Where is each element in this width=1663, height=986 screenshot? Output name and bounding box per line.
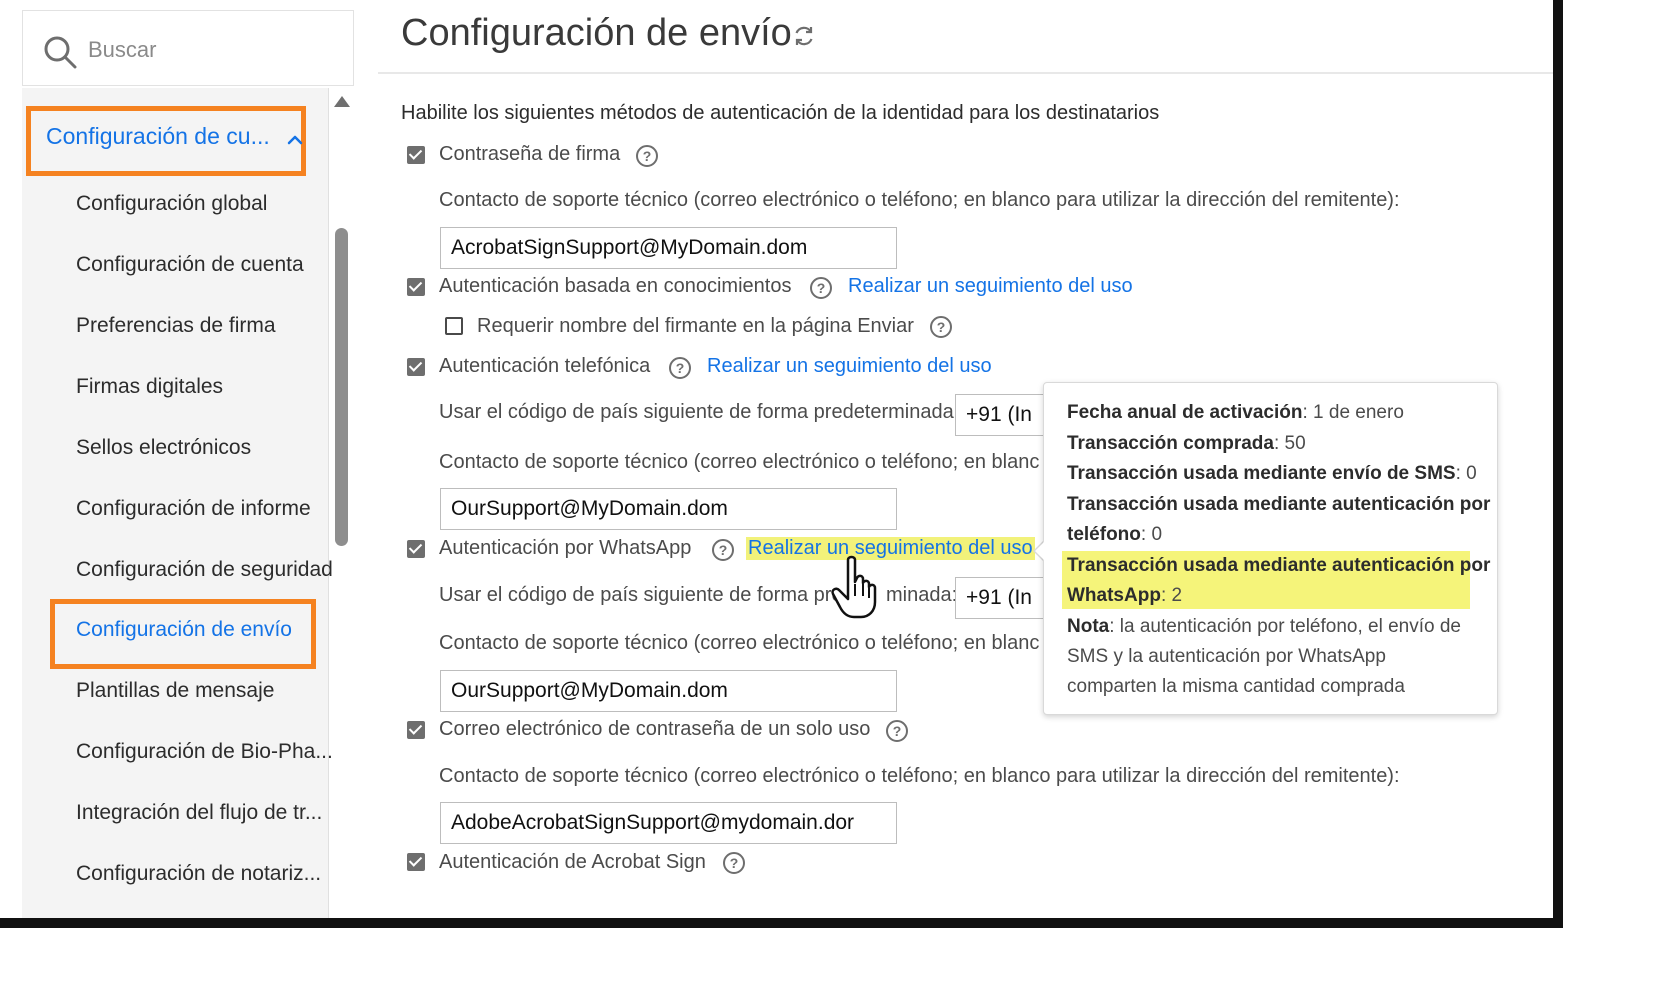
sidebar-section-account-settings[interactable]: Configuración de cu... [26, 106, 306, 176]
sidebar-item-account-settings[interactable]: Configuración de cuenta [76, 253, 304, 277]
sidebar-item-bio-pharma-settings[interactable]: Configuración de Bio-Pha... [76, 740, 333, 764]
kba-label: Autenticación basada en conocimientos [439, 275, 792, 297]
tooltip-whatsapp-line-2: WhatsApp: 2 [1067, 585, 1183, 606]
tooltip-note-line-3: comparten la misma cantidad comprada [1067, 676, 1405, 697]
tooltip-sms: Transacción usada mediante envío de SMS:… [1067, 463, 1477, 484]
tooltip-purchased: Transacción comprada: 50 [1067, 433, 1306, 454]
tooltip-arrow-inner [1035, 541, 1045, 561]
whatsapp-country-label: Usar el código de país siguiente de form… [439, 584, 843, 606]
title-divider [378, 72, 1553, 74]
sidebar-item-digital-signatures[interactable]: Firmas digitales [76, 375, 223, 399]
intro-text: Habilite los siguientes métodos de auten… [401, 102, 1160, 124]
tooltip-note-line-1: Nota: la autenticación por teléfono, el … [1067, 616, 1461, 637]
sidebar-item-global-settings[interactable]: Configuración global [76, 192, 267, 216]
require-signer-name-checkbox[interactable] [445, 317, 463, 335]
whatsapp-country-label-tail: minada: [886, 584, 958, 606]
help-icon[interactable]: ? [669, 357, 691, 379]
password-support-field[interactable]: AcrobatSignSupport@MyDomain.dom [440, 227, 897, 269]
sidebar-item-electronic-seals[interactable]: Sellos electrónicos [76, 436, 251, 460]
phone-country-select[interactable]: +91 (In [955, 394, 1055, 436]
whatsapp-auth-label: Autenticación por WhatsApp [439, 537, 692, 559]
sidebar-item-notarization-settings[interactable]: Configuración de notariz... [76, 862, 321, 886]
sidebar-item-workflow-integration[interactable]: Integración del flujo de tr... [76, 801, 322, 825]
whatsapp-track-usage-link[interactable]: Realizar un seguimiento del uso [746, 537, 1035, 560]
sidebar-item-signature-preferences[interactable]: Preferencias de firma [76, 314, 276, 338]
frame-shadow-right [1553, 0, 1563, 928]
otp-email-checkbox[interactable] [407, 721, 425, 739]
sidebar-item-message-templates[interactable]: Plantillas de mensaje [76, 679, 274, 703]
refresh-icon[interactable] [792, 24, 816, 48]
password-checkbox[interactable] [407, 146, 425, 164]
phone-support-label: Contacto de soporte técnico (correo elec… [439, 451, 1040, 473]
help-icon[interactable]: ? [930, 316, 952, 338]
acrobat-sign-auth-label: Autenticación de Acrobat Sign [439, 851, 706, 873]
page-title: Configuración de envío [401, 12, 792, 54]
phone-auth-label: Autenticación telefónica [439, 355, 651, 377]
tooltip-phone-line-1: Transacción usada mediante autenticación… [1067, 494, 1491, 515]
whatsapp-support-label: Contacto de soporte técnico (correo elec… [439, 632, 1040, 654]
tooltip-activation: Fecha anual de activación: 1 de enero [1067, 402, 1404, 423]
sidebar-scrollbar-thumb[interactable] [335, 228, 348, 546]
whatsapp-auth-checkbox[interactable] [407, 540, 425, 558]
frame-shadow-bottom [0, 918, 1563, 928]
usage-tooltip: Fecha anual de activación: 1 de enero Tr… [1043, 382, 1498, 715]
sidebar-item-security-settings[interactable]: Configuración de seguridad [76, 558, 333, 582]
tooltip-note-line-2: SMS y la autenticación por WhatsApp [1067, 646, 1386, 667]
password-label: Contraseña de firma [439, 143, 621, 165]
help-icon[interactable]: ? [712, 539, 734, 561]
scroll-up-icon[interactable] [334, 96, 350, 107]
tooltip-whatsapp-line-1: Transacción usada mediante autenticación… [1067, 555, 1491, 576]
help-icon[interactable]: ? [636, 145, 658, 167]
hand-cursor-icon [831, 555, 877, 619]
otp-support-field[interactable]: AdobeAcrobatSignSupport@mydomain.dor [440, 802, 897, 844]
otp-support-label: Contacto de soporte técnico (correo elec… [439, 765, 1400, 787]
otp-email-label: Correo electrónico de contraseña de un s… [439, 718, 871, 740]
sidebar-item-report-settings[interactable]: Configuración de informe [76, 497, 311, 521]
help-icon[interactable]: ? [810, 277, 832, 299]
sidebar-section-label: Configuración de cu... [46, 123, 270, 149]
whatsapp-support-field[interactable]: OurSupport@MyDomain.dom [440, 670, 897, 712]
frame-background [0, 928, 1663, 986]
tooltip-phone-line-2: teléfono: 0 [1067, 524, 1163, 545]
search-placeholder: Buscar [88, 37, 157, 62]
phone-track-usage-link[interactable]: Realizar un seguimiento del uso [707, 355, 992, 378]
help-icon[interactable]: ? [723, 852, 745, 874]
password-support-label: Contacto de soporte técnico (correo elec… [439, 189, 1400, 211]
search-icon [44, 36, 77, 69]
require-signer-name-label: Requerir nombre del firmante en la págin… [477, 315, 914, 337]
kba-checkbox[interactable] [407, 278, 425, 296]
phone-support-field[interactable]: OurSupport@MyDomain.dom [440, 488, 897, 530]
whatsapp-country-select[interactable]: +91 (In [955, 577, 1055, 619]
phone-auth-checkbox[interactable] [407, 358, 425, 376]
acrobat-sign-auth-checkbox[interactable] [407, 853, 425, 871]
sidebar-item-send-settings[interactable]: Configuración de envío [76, 618, 292, 642]
search-box[interactable]: Buscar [22, 10, 354, 86]
kba-track-usage-link[interactable]: Realizar un seguimiento del uso [848, 275, 1133, 298]
chevron-up-icon [287, 135, 303, 145]
phone-country-label: Usar el código de país siguiente de form… [439, 401, 960, 423]
help-icon[interactable]: ? [886, 720, 908, 742]
